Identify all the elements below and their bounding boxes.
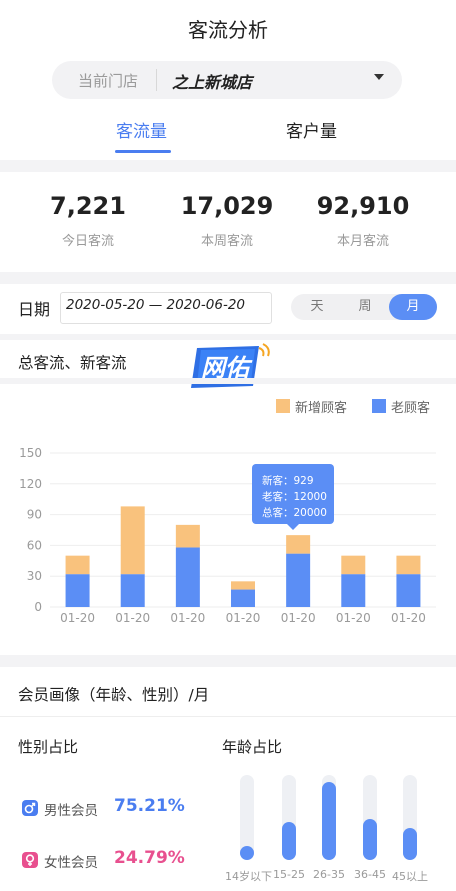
x-tick-label: 01-20 [336, 611, 371, 625]
y-tick-label: 0 [34, 600, 42, 614]
age-bar-fill [282, 822, 296, 860]
period-day[interactable]: 天 [293, 294, 341, 320]
bar-new-customers[interactable] [65, 555, 90, 575]
bar-old-customers[interactable] [396, 574, 421, 607]
age-bar-track [322, 775, 336, 860]
y-tick-label: 30 [27, 569, 42, 583]
caret-down-icon[interactable] [374, 74, 384, 80]
age-bar-fill [322, 782, 336, 860]
section-separator [0, 655, 456, 667]
active-tab-indicator [115, 150, 171, 153]
tab-customers[interactable]: 客户量 [286, 117, 337, 142]
bar-old-customers[interactable] [231, 589, 255, 607]
gender-title: 性别占比 [18, 738, 79, 756]
age-group-label: 45以上 [392, 870, 428, 883]
y-tick-label: 150 [19, 446, 42, 460]
bar-old-customers[interactable] [65, 574, 90, 607]
bar-old-customers[interactable] [120, 574, 145, 607]
x-tick-label: 01-20 [60, 611, 95, 625]
period-week[interactable]: 周 [341, 294, 389, 320]
y-tick-label: 90 [27, 508, 42, 522]
female-label: 女性会员 [44, 855, 98, 871]
section-separator [0, 334, 456, 340]
legend-label-old: 老顾客 [391, 401, 431, 416]
bar-new-customers[interactable] [120, 506, 145, 575]
legend-swatch-new [276, 399, 290, 413]
x-tick-label: 01-20 [391, 611, 426, 625]
legend-label-new: 新增顾客 [295, 401, 348, 416]
tooltip-line-old: 老客：12000 [262, 491, 327, 503]
tab-traffic[interactable]: 客流量 [116, 117, 167, 142]
period-month[interactable]: 月 [389, 294, 437, 320]
legend-swatch-old [372, 399, 386, 413]
age-bar-fill [363, 819, 377, 860]
tooltip-arrow [287, 524, 299, 530]
age-group-label: 14岁以下 [225, 870, 272, 883]
tooltip-line-new: 新客：929 [262, 475, 314, 487]
stat-week-label: 本周客流 [200, 234, 253, 249]
stat-month-label: 本月客流 [336, 234, 389, 249]
member-section-title: 会员画像（年龄、性别）/月 [18, 686, 210, 704]
stacked-bar-chart: 0 30 60 90 120 150 01-20 01-20 01-20 01-20 01-20 01… [19, 446, 436, 625]
x-tick-label: 01-20 [115, 611, 150, 625]
stat-week-value: 17,029 [180, 192, 274, 220]
age-bar-track [240, 775, 254, 860]
chart-section-title: 总客流、新客流 [18, 354, 127, 372]
bar-new-customers[interactable] [286, 535, 311, 554]
store-name[interactable]: 之上新城店 [172, 69, 252, 93]
date-label: 日期 [18, 300, 51, 319]
y-tick-label: 120 [19, 477, 42, 491]
divider [156, 69, 157, 91]
stat-month-value: 92,910 [316, 192, 410, 220]
male-value: 75.21% [114, 796, 185, 816]
age-group-label: 26-35 [313, 868, 345, 881]
x-tick-label: 01-20 [170, 611, 205, 625]
x-tick-label: 01-20 [226, 611, 261, 625]
age-bar-fill [240, 846, 254, 860]
female-icon [22, 852, 38, 868]
page-title: 客流分析 [188, 18, 268, 42]
store-selector-label: 当前门店 [78, 72, 139, 90]
bar-new-customers[interactable] [396, 555, 421, 575]
age-bar-track [363, 775, 377, 860]
bar-new-customers[interactable] [231, 581, 255, 590]
bar-old-customers[interactable] [341, 574, 366, 607]
section-separator [0, 272, 456, 284]
stat-today-label: 今日客流 [61, 234, 114, 249]
male-label: 男性会员 [44, 803, 98, 819]
bar-old-customers[interactable] [286, 553, 311, 607]
male-icon [22, 800, 38, 816]
age-group-label: 15-25 [273, 868, 305, 881]
age-bar-track [282, 775, 296, 860]
tooltip-line-total: 总客：20000 [262, 507, 327, 519]
x-tick-label: 01-20 [281, 611, 316, 625]
section-separator [0, 160, 456, 172]
y-tick-label: 60 [27, 538, 42, 552]
female-value: 24.79% [114, 848, 185, 868]
date-range-text: 2020-05-20 — 2020-06-20 [66, 297, 245, 313]
age-bar-fill [403, 828, 417, 860]
bar-old-customers[interactable] [175, 547, 200, 607]
age-bar-track [403, 775, 417, 860]
bar-new-customers[interactable] [175, 524, 200, 548]
section-separator [0, 378, 456, 384]
divider [0, 716, 456, 717]
age-group-label: 36-45 [354, 868, 386, 881]
stat-today-value: 7,221 [50, 192, 126, 220]
age-title: 年龄占比 [222, 738, 283, 756]
bar-new-customers[interactable] [341, 555, 366, 575]
